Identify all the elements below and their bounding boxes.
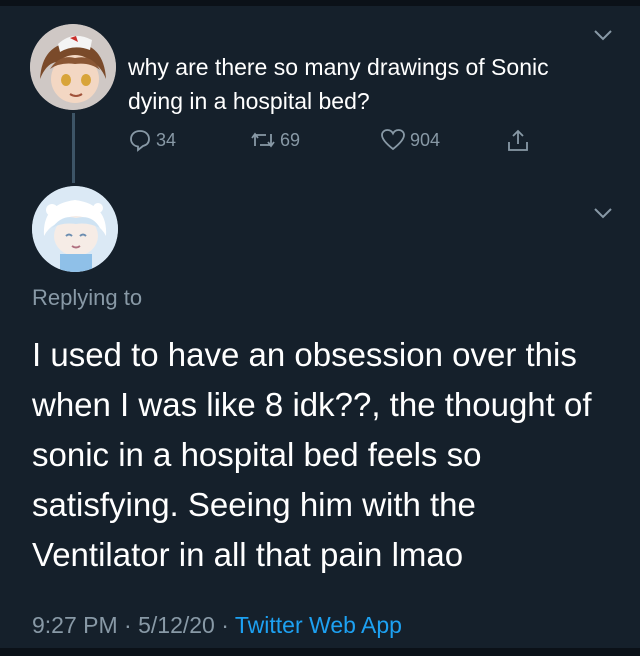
anime-avatar-icon — [30, 24, 116, 110]
reply-text-line: satisfying. Seeing him with the — [32, 486, 476, 523]
reply-text-line: when I was like 8 idk??, the thought of — [32, 386, 592, 423]
reply-text-line: Ventilator in all that pain lmao — [32, 536, 464, 573]
replying-to-label: Replying to — [32, 285, 143, 310]
chibi-avatar-icon — [32, 186, 118, 272]
reply-tweet-text: I used to have an obsession over this wh… — [32, 330, 612, 580]
tweet-actions: 34 69 904 — [128, 128, 548, 158]
meta-separator: · — [124, 612, 132, 638]
thread-connector-line — [72, 113, 75, 183]
tweet-date[interactable]: 5/12/20 — [138, 612, 215, 638]
heart-icon — [381, 129, 405, 151]
share-icon — [508, 129, 528, 151]
reply-count: 34 — [156, 129, 177, 150]
meta-separator: · — [221, 612, 229, 638]
like-count: 904 — [410, 129, 441, 150]
tweet-text-line: why are there so many drawings of Sonic — [128, 54, 549, 80]
chevron-down-icon[interactable] — [592, 206, 614, 220]
author-avatar[interactable] — [30, 24, 116, 110]
reply-text-line: sonic in a hospital bed feels so — [32, 436, 482, 473]
chevron-down-icon[interactable] — [592, 28, 614, 42]
reply-text-line: I used to have an obsession over this — [32, 336, 577, 373]
original-tweet-text: why are there so many drawings of Sonic … — [128, 50, 608, 118]
share-button[interactable] — [506, 128, 530, 154]
tweet-source-link[interactable]: Twitter Web App — [235, 612, 402, 638]
tweet-time[interactable]: 9:27 PM — [32, 612, 118, 638]
reply-author-avatar[interactable] — [32, 186, 118, 272]
retweet-count: 69 — [280, 129, 301, 150]
tweet-metadata: 9:27 PM · 5/12/20 · Twitter Web App — [32, 612, 402, 639]
tweet-text-line: dying in a hospital bed? — [128, 88, 370, 114]
top-edge — [0, 0, 640, 6]
like-button[interactable]: 904 — [380, 128, 440, 152]
reply-icon — [130, 130, 150, 152]
bottom-edge — [0, 648, 640, 656]
retweet-icon — [251, 132, 275, 148]
retweet-button[interactable]: 69 — [250, 128, 300, 152]
reply-button[interactable]: 34 — [128, 128, 176, 152]
